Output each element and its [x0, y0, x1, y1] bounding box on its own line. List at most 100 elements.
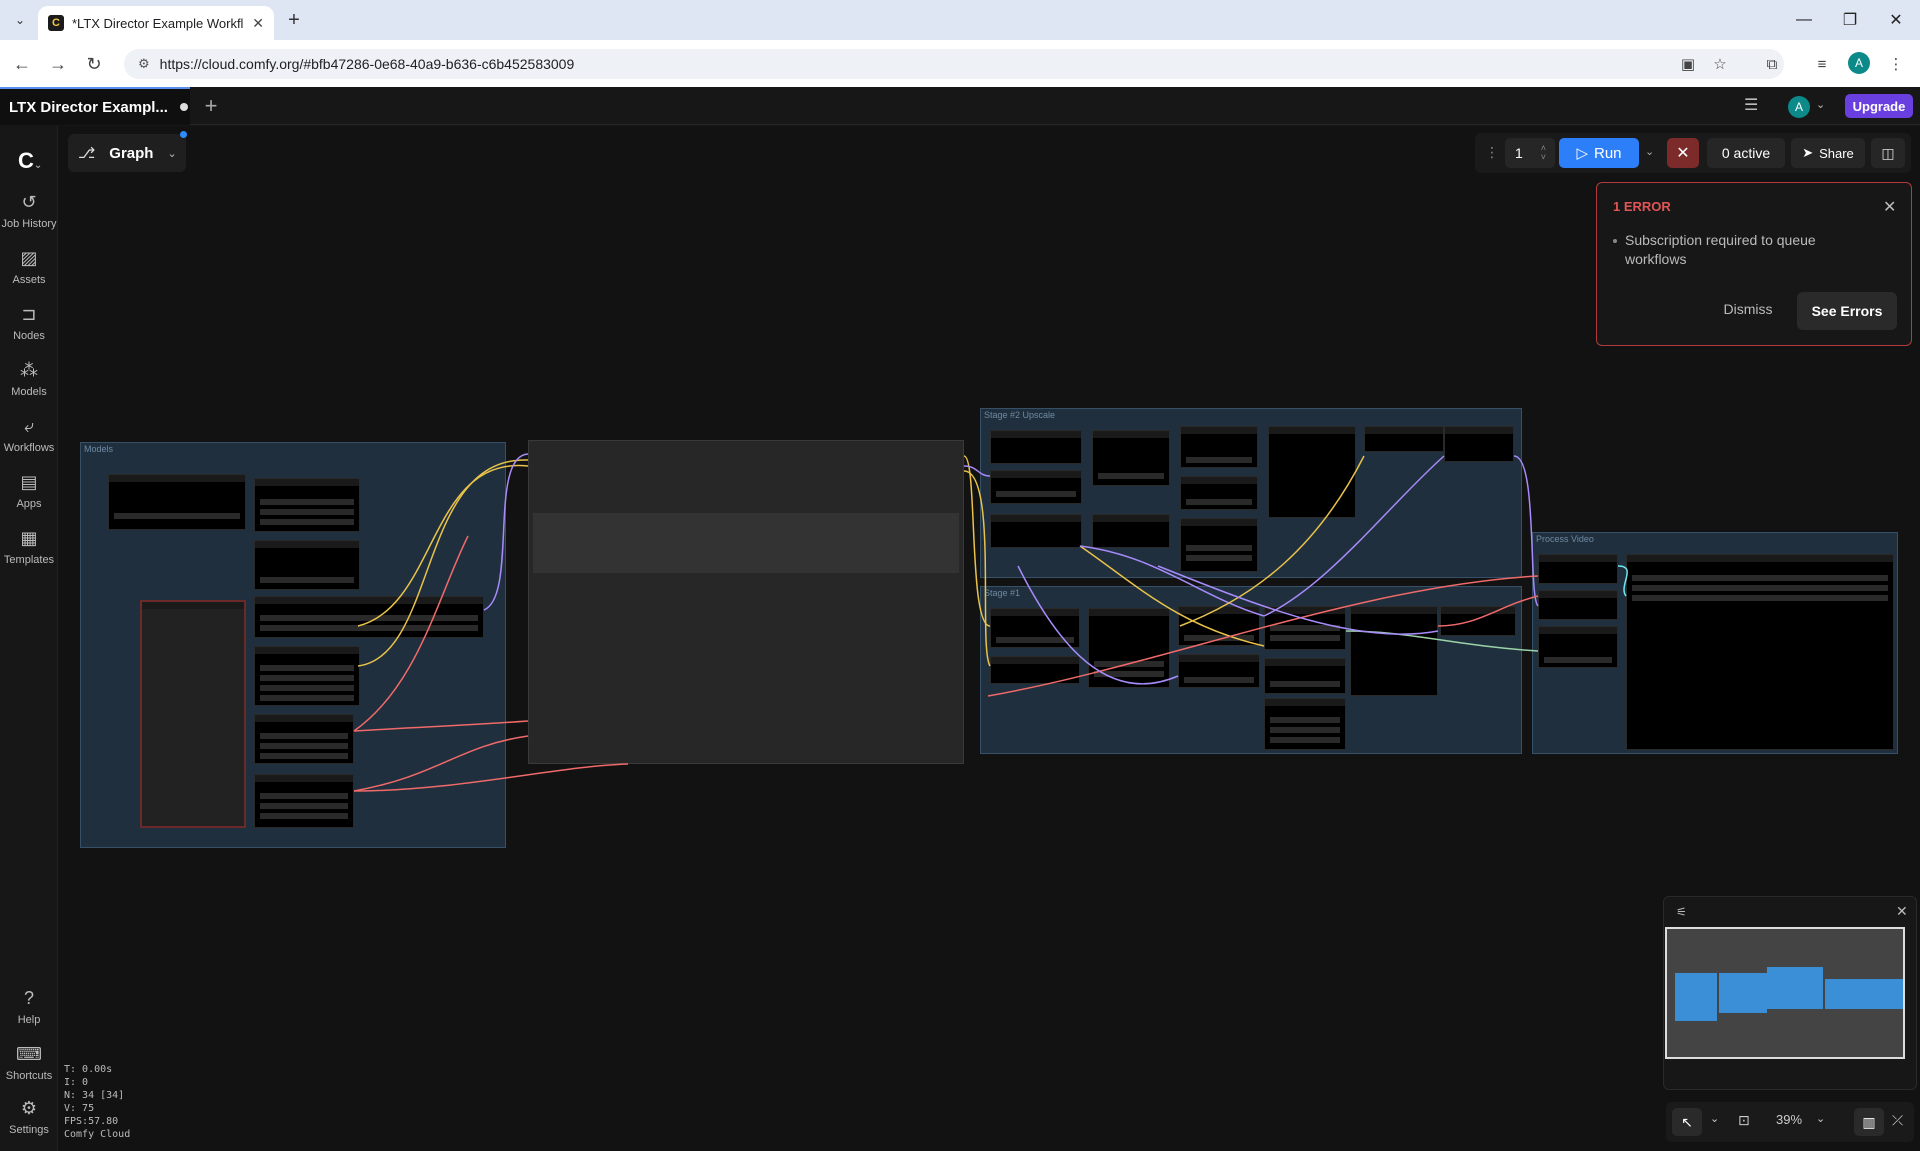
- node[interactable]: [254, 646, 360, 706]
- share-button[interactable]: ➤ Share: [1791, 138, 1865, 168]
- toggle-panel-button[interactable]: ◫: [1871, 138, 1905, 168]
- tab-search-icon[interactable]: ⌄: [8, 8, 32, 32]
- sidebar-item-workflows[interactable]: ⤶ Workflows: [0, 416, 58, 454]
- user-avatar[interactable]: A: [1788, 96, 1810, 118]
- batch-count-stepper[interactable]: 1 ˄ ˅: [1505, 138, 1555, 168]
- fit-view-icon[interactable]: ⊡: [1738, 1112, 1750, 1129]
- install-app-icon[interactable]: ▣: [1676, 52, 1700, 76]
- forward-icon[interactable]: →: [44, 50, 72, 78]
- node[interactable]: [1088, 608, 1170, 688]
- node[interactable]: [254, 540, 360, 590]
- restore-icon[interactable]: ❐: [1830, 6, 1870, 34]
- node[interactable]: [1178, 606, 1260, 646]
- node[interactable]: [990, 470, 1082, 504]
- sidebar-item-nodes[interactable]: ⊐ Nodes: [0, 304, 58, 342]
- workflow-tab[interactable]: LTX Director Exampl...: [0, 87, 190, 125]
- node[interactable]: [254, 774, 354, 828]
- back-icon[interactable]: ←: [8, 50, 36, 78]
- node[interactable]: [1264, 698, 1346, 750]
- toggle-minimap-button[interactable]: ▥: [1854, 1108, 1884, 1136]
- node[interactable]: [1264, 658, 1346, 694]
- node[interactable]: [1092, 430, 1170, 486]
- run-options-chevron-icon[interactable]: ⌄: [1645, 145, 1654, 158]
- queue-list-icon[interactable]: ☰: [1744, 95, 1758, 115]
- select-tool-button[interactable]: ↖: [1672, 1108, 1702, 1136]
- node-large[interactable]: [528, 440, 964, 764]
- sliders-icon[interactable]: ⚟: [1676, 905, 1687, 919]
- close-tab-icon[interactable]: ✕: [252, 15, 264, 32]
- sidebar-item-shortcuts[interactable]: ⌨ Shortcuts: [0, 1044, 58, 1082]
- hide-links-icon[interactable]: ⤫: [1892, 1112, 1903, 1129]
- stepper-arrows-icon[interactable]: ˄ ˅: [1541, 144, 1546, 162]
- node[interactable]: [1180, 518, 1258, 572]
- new-tab-button[interactable]: +: [282, 8, 306, 32]
- see-errors-button[interactable]: See Errors: [1797, 292, 1897, 330]
- workflow-icon: ⤶: [23, 416, 35, 436]
- unsaved-dot-icon: [179, 103, 188, 111]
- close-icon[interactable]: ✕: [1896, 903, 1908, 920]
- node[interactable]: [990, 514, 1082, 548]
- chevron-down-icon[interactable]: ⌄: [1816, 98, 1825, 111]
- close-icon[interactable]: ✕: [1883, 197, 1896, 217]
- close-window-icon[interactable]: ✕: [1876, 6, 1916, 34]
- bookmark-star-icon[interactable]: ☆: [1708, 52, 1732, 76]
- sidebar-item-job-history[interactable]: ↺ Job History: [0, 192, 58, 230]
- node[interactable]: [1178, 654, 1260, 688]
- address-bar[interactable]: ⚙ https://cloud.comfy.org/#bfb47286-0e68…: [124, 49, 1784, 79]
- sidebar-item-settings[interactable]: ⚙ Settings: [0, 1098, 58, 1136]
- sidebar-item-help[interactable]: ? Help: [0, 988, 58, 1026]
- upgrade-button[interactable]: Upgrade: [1845, 94, 1913, 118]
- browser-tab[interactable]: C *LTX Director Example Workflo ✕: [38, 6, 274, 40]
- node[interactable]: [1092, 514, 1170, 548]
- node[interactable]: [1364, 426, 1444, 452]
- chevron-down-icon[interactable]: ⌄: [1816, 1112, 1825, 1125]
- node[interactable]: [1268, 426, 1356, 518]
- minimap[interactable]: ⚟ ✕: [1663, 896, 1917, 1090]
- node[interactable]: [254, 714, 354, 764]
- help-icon: ?: [23, 988, 34, 1008]
- node[interactable]: [1180, 426, 1258, 468]
- node-error-outline[interactable]: [140, 600, 246, 828]
- gear-icon: ⚙: [20, 1098, 38, 1118]
- extensions-icon[interactable]: ⧉: [1760, 52, 1784, 76]
- reload-icon[interactable]: ↻: [80, 50, 108, 78]
- history-icon: ↺: [21, 192, 37, 212]
- node[interactable]: [1440, 606, 1516, 636]
- node[interactable]: [1538, 554, 1618, 584]
- node[interactable]: [108, 474, 246, 530]
- node[interactable]: [990, 430, 1082, 464]
- node[interactable]: [1264, 606, 1346, 650]
- sidebar-item-apps[interactable]: ▤ Apps: [0, 472, 58, 510]
- active-jobs-badge[interactable]: 0 active: [1707, 138, 1785, 168]
- app-top-bar: LTX Director Exampl... + ☰ A ⌄ Upgrade: [0, 87, 1920, 125]
- zoom-level[interactable]: 39%: [1776, 1112, 1802, 1127]
- stop-button[interactable]: ✕: [1667, 138, 1699, 168]
- error-title: 1 ERROR: [1613, 199, 1671, 214]
- sidebar-item-assets[interactable]: ▨ Assets: [0, 248, 58, 286]
- comfy-logo-icon[interactable]: C⌄: [18, 148, 42, 174]
- dismiss-button[interactable]: Dismiss: [1717, 295, 1779, 323]
- media-icon[interactable]: ≡: [1810, 52, 1834, 76]
- node[interactable]: [254, 478, 360, 532]
- sidebar-item-templates[interactable]: ▦ Templates: [0, 528, 58, 566]
- run-button[interactable]: ▷ Run: [1559, 138, 1639, 168]
- node[interactable]: [1180, 476, 1258, 510]
- add-workflow-tab-button[interactable]: +: [198, 93, 224, 119]
- node[interactable]: [1538, 626, 1618, 668]
- node[interactable]: [990, 656, 1080, 684]
- node[interactable]: [990, 608, 1080, 648]
- node[interactable]: [254, 596, 484, 638]
- node[interactable]: [1444, 426, 1514, 462]
- node[interactable]: [1350, 606, 1438, 696]
- browser-menu-icon[interactable]: ⋮: [1884, 52, 1908, 76]
- browser-profile-avatar[interactable]: A: [1848, 52, 1870, 74]
- minimize-icon[interactable]: —: [1784, 6, 1824, 34]
- sidebar-item-models[interactable]: ⁂ Models: [0, 360, 58, 398]
- node[interactable]: [1538, 590, 1618, 620]
- chevron-down-icon[interactable]: ⌄: [1710, 1112, 1719, 1125]
- graph-mode-button[interactable]: ⎇ Graph ⌄: [68, 134, 186, 172]
- node-video-preview[interactable]: [1626, 554, 1894, 750]
- templates-icon: ▦: [20, 528, 38, 548]
- site-info-icon[interactable]: ⚙: [138, 56, 150, 72]
- minimap-viewport[interactable]: [1665, 927, 1905, 1059]
